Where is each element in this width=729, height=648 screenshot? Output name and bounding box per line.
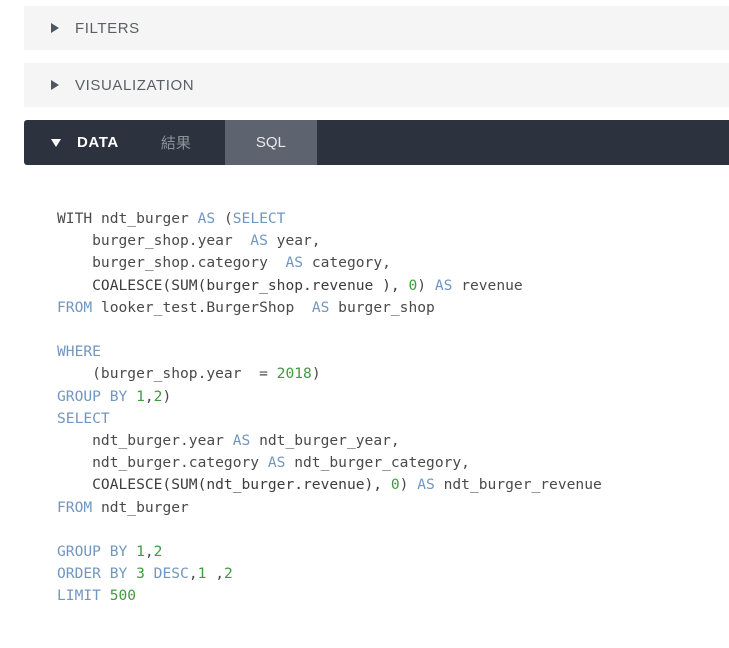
sql-token: ,: [144, 387, 154, 405]
sql-token: category,: [303, 254, 391, 272]
sql-token: GROUP BY: [57, 387, 137, 405]
sql-token: ): [417, 276, 435, 294]
sql-token: 500: [109, 587, 137, 605]
section-visualization[interactable]: VISUALIZATION: [24, 63, 729, 107]
sql-token: DESC: [144, 565, 189, 583]
sql-token: 1: [136, 387, 145, 405]
section-data-header: DATA 結果 SQL: [24, 120, 729, 165]
sql-token: ): [311, 365, 321, 383]
sql-token: ,: [188, 565, 198, 583]
sql-token: ndt_burger.category: [57, 454, 268, 472]
sql-token: (burger_shop.year =: [57, 365, 277, 383]
sql-token: (: [215, 210, 233, 227]
sql-token: FROM: [57, 298, 93, 316]
sql-token: AS: [417, 476, 435, 494]
sql-token: year,: [267, 232, 321, 250]
sql-token: 2: [153, 543, 163, 561]
sql-token: revenue: [452, 276, 523, 294]
sql-token: 0: [408, 276, 418, 294]
sql-token: 2: [223, 565, 233, 583]
sql-token: AS: [197, 210, 216, 227]
sql-content-panel: WITH ndt_burger AS (SELECT burger_shop.y…: [0, 178, 729, 648]
sql-query-text[interactable]: WITH ndt_burger AS (SELECT burger_shop.y…: [0, 178, 729, 608]
sql-token: ): [399, 476, 418, 494]
explore-panel: FILTERS VISUALIZATION DATA 結果 SQL WITH n…: [0, 0, 729, 648]
sql-token: ndt_burger_category,: [285, 454, 470, 472]
sql-token: LIMIT: [57, 587, 110, 605]
sql-token: 0: [390, 476, 400, 494]
tab-results[interactable]: 結果: [127, 120, 225, 165]
sql-token: ,: [144, 543, 154, 561]
sql-token: FROM: [57, 498, 93, 516]
sql-token: COALESCE(SUM(burger_shop.revenue ),: [57, 276, 409, 294]
sql-token: 1: [136, 543, 145, 561]
sql-token: AS: [311, 298, 330, 316]
sql-token: ): [162, 387, 172, 405]
caret-right-icon: [51, 80, 59, 90]
sql-token: ,: [206, 565, 224, 583]
section-data-toggle[interactable]: DATA: [24, 120, 127, 165]
sql-token: ndt_burger_revenue: [434, 476, 602, 494]
sql-token: AS: [267, 454, 286, 472]
sql-token: WITH: [57, 210, 101, 227]
caret-down-icon: [51, 138, 61, 147]
sql-token: looker_test.BurgerShop: [92, 298, 312, 316]
sql-token: SELECT: [232, 210, 286, 227]
sql-token: AS: [434, 276, 453, 294]
sql-token: GROUP BY: [57, 543, 137, 561]
section-visualization-label: VISUALIZATION: [75, 76, 195, 94]
sql-token: AS: [285, 254, 304, 272]
sql-token: ndt_burger_year,: [250, 432, 400, 450]
section-data-label: DATA: [77, 134, 119, 151]
sql-token: AS: [232, 432, 251, 450]
sql-token: ndt_burger.year: [57, 432, 233, 450]
sql-token: 3: [136, 565, 145, 583]
tab-bar-filler: [317, 120, 729, 165]
section-filters-label: FILTERS: [75, 19, 140, 37]
sql-token: ndt_burger: [92, 498, 189, 516]
caret-right-icon: [51, 23, 59, 33]
sql-token: SELECT: [57, 409, 110, 427]
sql-token: ndt_burger: [100, 210, 198, 227]
sql-token: burger_shop.year: [57, 232, 251, 250]
sql-token: 2018: [276, 365, 312, 383]
section-filters[interactable]: FILTERS: [24, 6, 729, 50]
sql-token: COALESCE(SUM(ndt_burger.revenue),: [57, 476, 391, 494]
sql-token: ORDER BY: [57, 565, 137, 583]
sql-token: burger_shop: [329, 298, 435, 316]
sql-token: burger_shop.category: [57, 254, 286, 272]
sql-token: AS: [250, 232, 268, 250]
sql-token: WHERE: [57, 343, 101, 361]
tab-sql[interactable]: SQL: [224, 120, 317, 165]
